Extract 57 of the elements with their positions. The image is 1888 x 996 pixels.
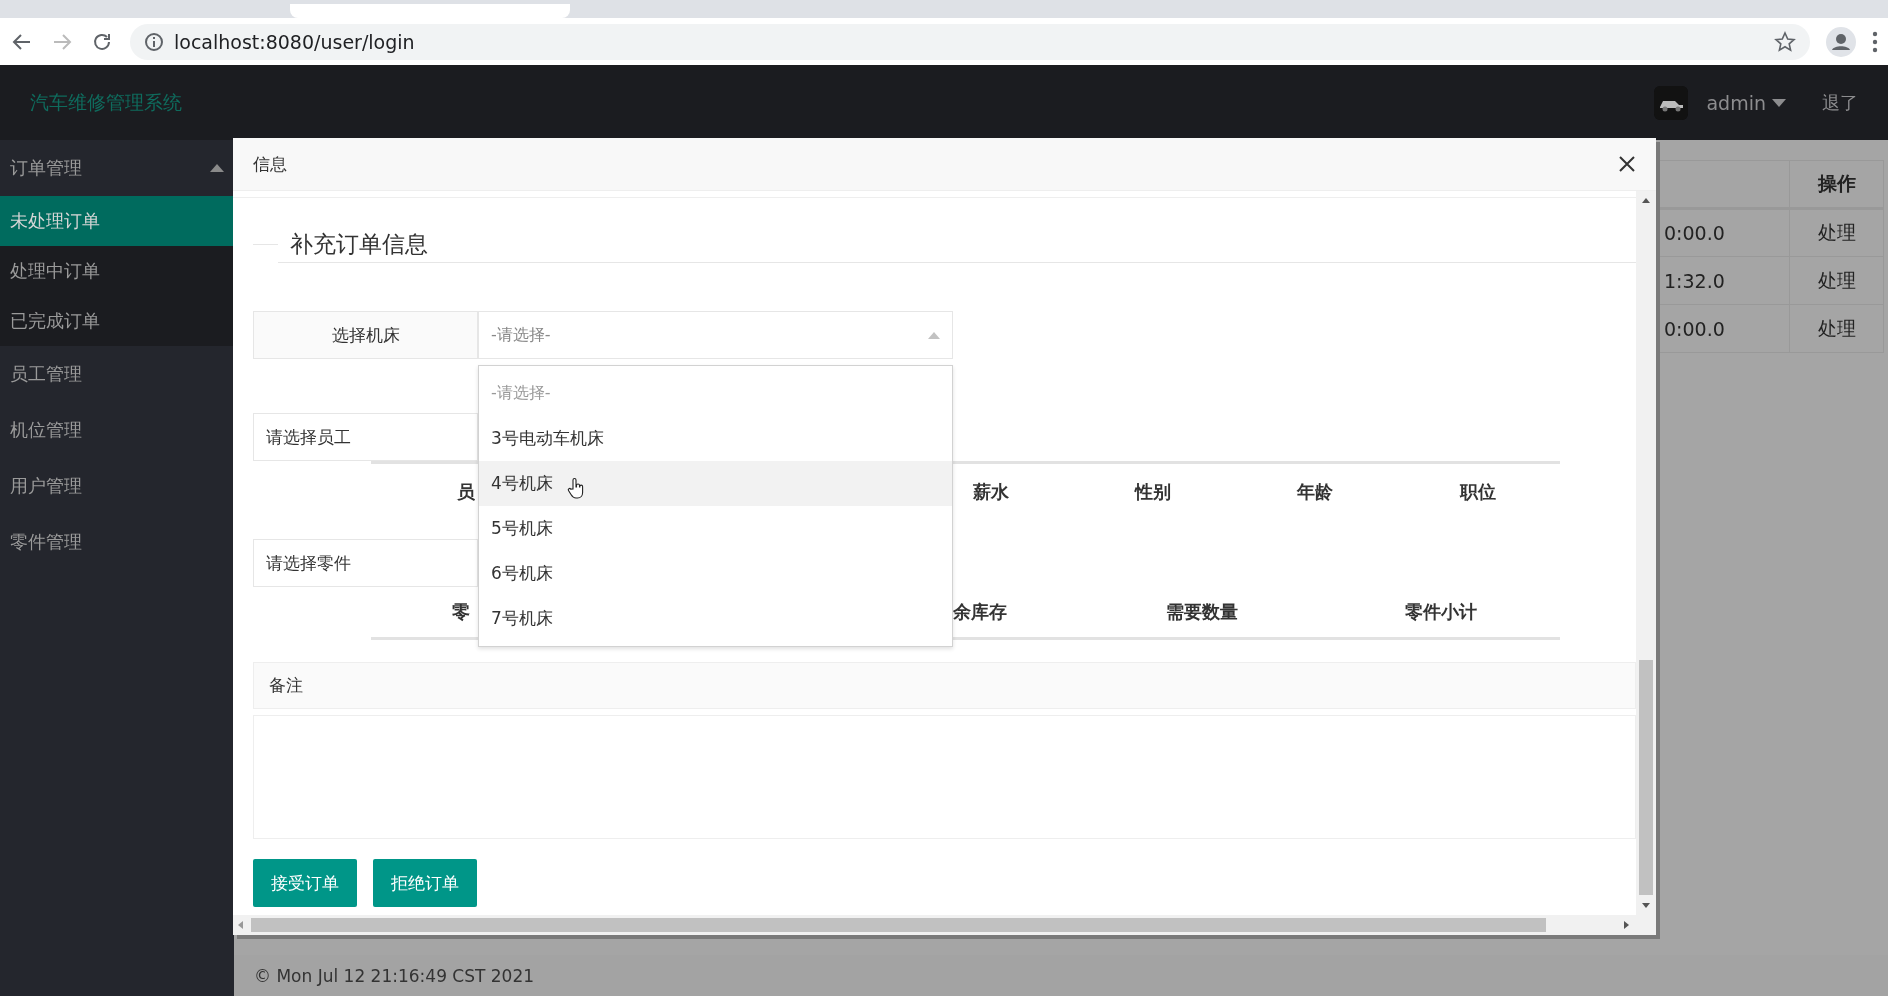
info-icon xyxy=(144,31,164,52)
dropdown-option[interactable]: 4号机床 xyxy=(479,461,952,506)
address-bar[interactable]: localhost:8080/user/login xyxy=(130,23,1810,60)
close-icon[interactable] xyxy=(1618,155,1636,173)
scrollbar-thumb[interactable] xyxy=(1639,660,1653,895)
sidebar-item[interactable]: 员工管理 xyxy=(0,346,234,402)
sidebar-item[interactable]: 订单管理 xyxy=(0,140,234,196)
scroll-right-icon[interactable] xyxy=(1621,920,1631,930)
field-label: 请选择零件 xyxy=(253,539,478,587)
column-header: 操作 xyxy=(1789,160,1884,209)
sidebar-subitem[interactable]: 未处理订单 xyxy=(0,196,234,246)
column-header: 员 xyxy=(457,479,475,504)
hand-cursor-icon xyxy=(566,476,585,499)
section-title: 补充订单信息 xyxy=(290,229,428,259)
dropdown-option[interactable]: 5号机床 xyxy=(479,506,952,551)
dialog-title: 信息 xyxy=(253,152,287,176)
dropdown-option[interactable]: -请选择- xyxy=(479,371,952,416)
user-menu[interactable]: admin xyxy=(1700,90,1792,115)
remarks-label: 备注 xyxy=(253,662,1636,709)
action-link[interactable]: 处理 xyxy=(1789,304,1884,353)
action-button[interactable]: 接受订单 xyxy=(253,859,357,907)
dropdown-option[interactable]: 3号电动车机床 xyxy=(479,416,952,461)
logout-link[interactable]: 退了 xyxy=(1822,90,1858,115)
scroll-down-icon[interactable] xyxy=(1641,900,1651,910)
dropdown-option[interactable]: 6号机床 xyxy=(479,551,952,596)
scrollbar-thumb[interactable] xyxy=(251,918,1546,932)
column-header: 薪水 xyxy=(973,479,1009,504)
horizontal-scrollbar[interactable] xyxy=(233,915,1656,935)
scroll-up-icon[interactable] xyxy=(1641,196,1651,206)
column-header: 余库存 xyxy=(953,600,1007,624)
more-icon[interactable] xyxy=(1872,30,1878,53)
sidebar-item[interactable]: 零件管理 xyxy=(0,514,234,570)
profile-icon[interactable] xyxy=(1826,26,1856,57)
action-link[interactable]: 处理 xyxy=(1789,256,1884,305)
column-header: 需要数量 xyxy=(1166,600,1238,624)
field-label: 请选择员工 xyxy=(253,413,478,461)
sidebar-item[interactable]: 用户管理 xyxy=(0,458,234,514)
app-title: 汽车维修管理系统 xyxy=(30,89,182,115)
action-link[interactable]: 处理 xyxy=(1789,208,1884,257)
caret-icon xyxy=(210,164,224,172)
column-header: 职位 xyxy=(1460,479,1496,504)
sidebar-subitem[interactable]: 已完成订单 xyxy=(0,296,234,346)
machine-select[interactable]: -请选择- xyxy=(478,311,953,359)
column-header: 性别 xyxy=(1135,479,1171,504)
action-button[interactable]: 拒绝订单 xyxy=(373,859,477,907)
caret-icon xyxy=(1772,98,1786,107)
column-header: 零 xyxy=(452,600,470,624)
sidebar-item[interactable]: 机位管理 xyxy=(0,402,234,458)
caret-icon xyxy=(928,331,940,339)
column-header: 年龄 xyxy=(1297,479,1333,504)
column-header: 零件小计 xyxy=(1404,600,1477,624)
sidebar-subitem[interactable]: 处理中订单 xyxy=(0,246,234,296)
star-icon[interactable] xyxy=(1774,30,1796,53)
dropdown-option[interactable]: 7号机床 xyxy=(479,596,952,641)
footer-text: © Mon Jul 12 21:16:49 CST 2021 xyxy=(254,965,535,986)
vertical-scrollbar[interactable] xyxy=(1636,191,1656,915)
field-label: 选择机床 xyxy=(253,311,478,359)
